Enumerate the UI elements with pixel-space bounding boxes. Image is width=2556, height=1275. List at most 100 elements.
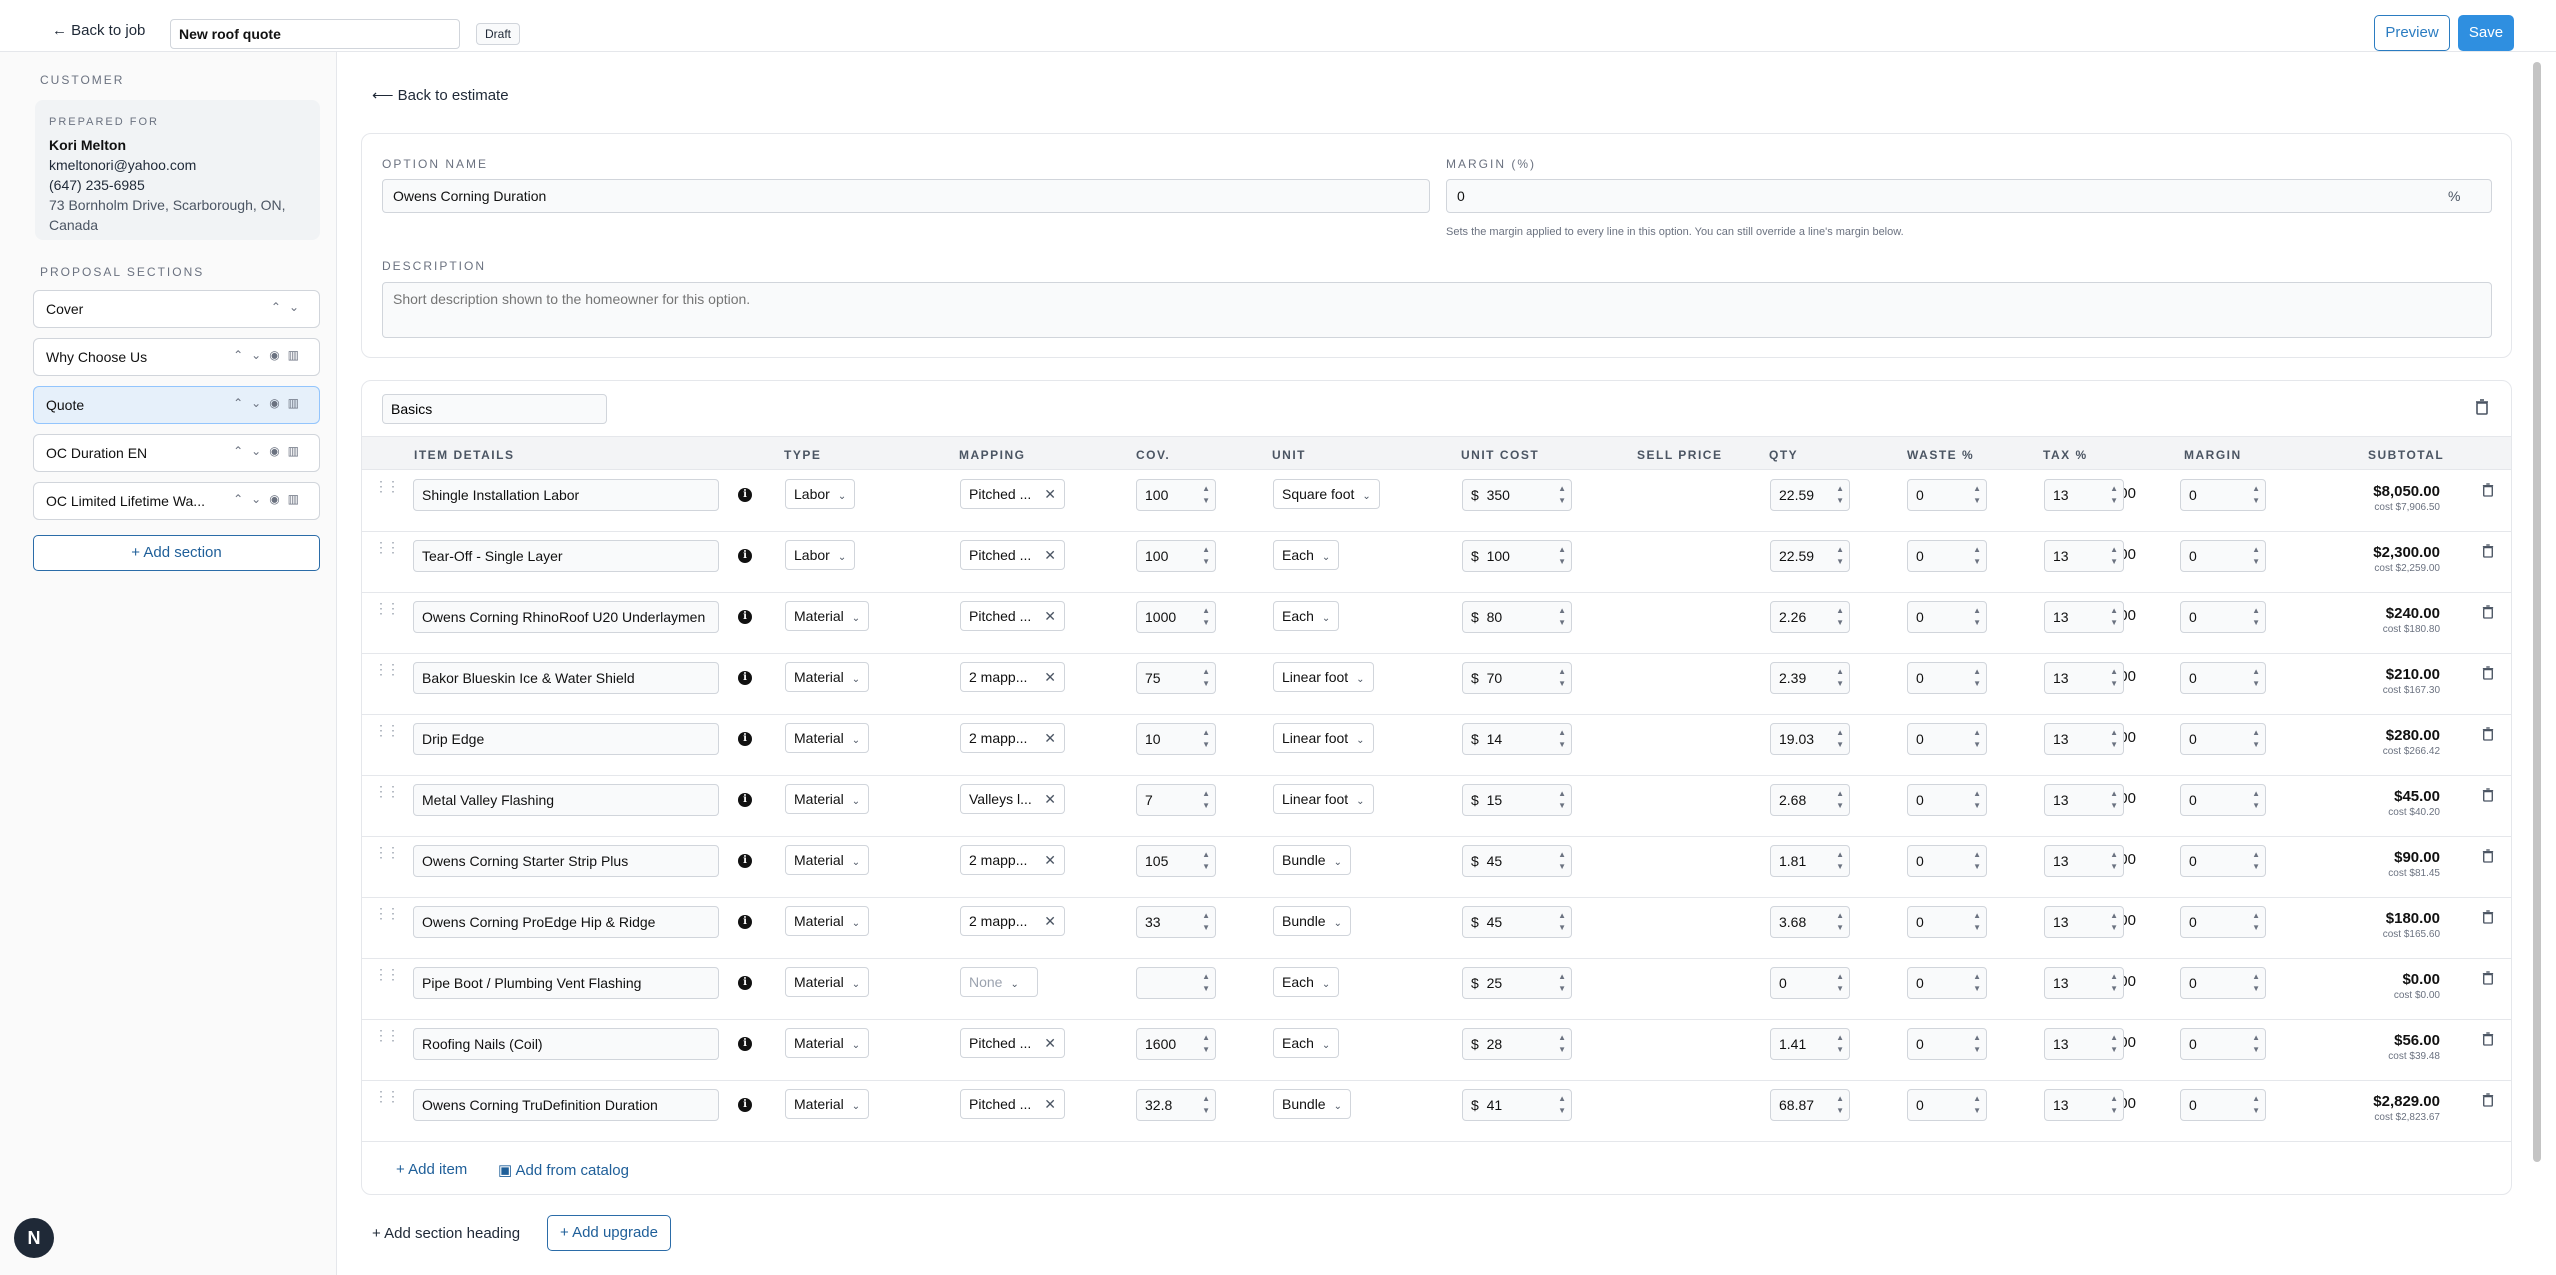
stepper-icon[interactable]: ▲ ▼	[2252, 1093, 2260, 1117]
stepper-icon[interactable]: ▲ ▼	[1202, 605, 1210, 629]
trash-icon[interactable]	[2482, 1093, 2494, 1107]
mapping-select[interactable]: 2 mapp... ✕	[960, 662, 1065, 692]
mapping-select[interactable]: 2 mapp... ✕	[960, 723, 1065, 753]
stepper-icon[interactable]: ▲ ▼	[1202, 1093, 1210, 1117]
close-icon[interactable]: ✕	[1044, 608, 1056, 625]
stepper-icon[interactable]: ▲ ▼	[1836, 788, 1844, 812]
info-icon[interactable]: i	[738, 976, 752, 990]
unit-select[interactable]: Linear foot ⌄	[1273, 662, 1374, 692]
unit-cost-input[interactable]: $ 14 ▲ ▼	[1462, 723, 1572, 755]
unit-select[interactable]: Square foot ⌄	[1273, 479, 1380, 509]
unit-select[interactable]: Bundle ⌄	[1273, 845, 1351, 875]
margin-row-input[interactable]: 0 ▲ ▼	[2180, 1089, 2266, 1121]
stepper-icon[interactable]: ▲ ▼	[1558, 605, 1566, 629]
info-icon[interactable]: i	[738, 854, 752, 868]
trash-icon[interactable]	[2482, 788, 2494, 802]
stepper-icon[interactable]: ▲ ▼	[1202, 544, 1210, 568]
unit-cost-input[interactable]: $ 15 ▲ ▼	[1462, 784, 1572, 816]
stepper-icon[interactable]: ▲ ▼	[2252, 910, 2260, 934]
tax-input[interactable]: 13 ▲ ▼	[2044, 723, 2124, 755]
stepper-icon[interactable]: ▲ ▼	[1202, 666, 1210, 690]
qty-input[interactable]: 19.03 ▲ ▼	[1770, 723, 1850, 755]
unit-select[interactable]: Linear foot ⌄	[1273, 723, 1374, 753]
coverage-input[interactable]: 32.8 ▲ ▼	[1136, 1089, 1216, 1121]
info-icon[interactable]: i	[738, 671, 752, 685]
stepper-icon[interactable]: ▲ ▼	[2252, 971, 2260, 995]
type-select[interactable]: Material ⌄	[785, 967, 870, 997]
drag-handle-icon[interactable]: ⋮⋮	[374, 661, 400, 678]
trash-icon[interactable]	[2482, 971, 2494, 985]
coverage-input[interactable]: 105 ▲ ▼	[1136, 845, 1216, 877]
qty-input[interactable]: 1.81 ▲ ▼	[1770, 845, 1850, 877]
margin-row-input[interactable]: 0 ▲ ▼	[2180, 906, 2266, 938]
drag-handle-icon[interactable]: ⋮⋮	[374, 600, 400, 617]
mapping-select[interactable]: Pitched ... ✕	[960, 1089, 1065, 1119]
unit-cost-input[interactable]: $ 45 ▲ ▼	[1462, 906, 1572, 938]
section-controls[interactable]: ⌃⌄◉▥	[233, 396, 307, 410]
stepper-icon[interactable]: ▲ ▼	[1558, 788, 1566, 812]
stepper-icon[interactable]: ▲ ▼	[2110, 788, 2118, 812]
stepper-icon[interactable]: ▲ ▼	[1836, 727, 1844, 751]
waste-input[interactable]: 0 ▲ ▼	[1907, 784, 1987, 816]
stepper-icon[interactable]: ▲ ▼	[2110, 849, 2118, 873]
description-textarea[interactable]	[382, 282, 2492, 338]
qty-input[interactable]: 1.41 ▲ ▼	[1770, 1028, 1850, 1060]
unit-select[interactable]: Each ⌄	[1273, 540, 1340, 570]
section-item-oc-duration-en[interactable]: OC Duration EN ⌃⌄◉▥	[33, 434, 320, 472]
drag-handle-icon[interactable]: ⋮⋮	[374, 966, 400, 983]
item-name-input[interactable]: Shingle Installation Labor	[413, 479, 719, 511]
stepper-icon[interactable]: ▲ ▼	[1836, 849, 1844, 873]
qty-input[interactable]: 3.68 ▲ ▼	[1770, 906, 1850, 938]
stepper-icon[interactable]: ▲ ▼	[1973, 1032, 1981, 1056]
stepper-icon[interactable]: ▲ ▼	[1973, 1093, 1981, 1117]
qty-input[interactable]: 2.26 ▲ ▼	[1770, 601, 1850, 633]
save-button[interactable]: Save	[2458, 15, 2514, 51]
stepper-icon[interactable]: ▲ ▼	[1558, 483, 1566, 507]
coverage-input[interactable]: 100 ▲ ▼	[1136, 479, 1216, 511]
type-select[interactable]: Material ⌄	[785, 662, 870, 692]
type-select[interactable]: Material ⌄	[785, 1028, 870, 1058]
coverage-input[interactable]: 7 ▲ ▼	[1136, 784, 1216, 816]
info-icon[interactable]: i	[738, 610, 752, 624]
stepper-icon[interactable]: ▲ ▼	[1836, 1093, 1844, 1117]
stepper-icon[interactable]: ▲ ▼	[2110, 544, 2118, 568]
stepper-icon[interactable]: ▲ ▼	[2110, 1032, 2118, 1056]
qty-input[interactable]: 22.59 ▲ ▼	[1770, 540, 1850, 572]
type-select[interactable]: Material ⌄	[785, 1089, 870, 1119]
trash-icon[interactable]	[2482, 605, 2494, 619]
trash-icon[interactable]	[2482, 483, 2494, 497]
item-name-input[interactable]: Pipe Boot / Plumbing Vent Flashing	[413, 967, 719, 999]
stepper-icon[interactable]: ▲ ▼	[2252, 849, 2260, 873]
drag-handle-icon[interactable]: ⋮⋮	[374, 844, 400, 861]
mapping-select[interactable]: Pitched ... ✕	[960, 1028, 1065, 1058]
stepper-icon[interactable]: ▲ ▼	[2252, 788, 2260, 812]
type-select[interactable]: Material ⌄	[785, 906, 870, 936]
coverage-input[interactable]: 1600 ▲ ▼	[1136, 1028, 1216, 1060]
stepper-icon[interactable]: ▲ ▼	[2252, 605, 2260, 629]
stepper-icon[interactable]: ▲ ▼	[2110, 666, 2118, 690]
info-icon[interactable]: i	[738, 915, 752, 929]
waste-input[interactable]: 0 ▲ ▼	[1907, 967, 1987, 999]
coverage-input[interactable]: 75 ▲ ▼	[1136, 662, 1216, 694]
drag-handle-icon[interactable]: ⋮⋮	[374, 1027, 400, 1044]
mapping-select[interactable]: Valleys l... ✕	[960, 784, 1065, 814]
stepper-icon[interactable]: ▲ ▼	[1202, 1032, 1210, 1056]
quote-title-input[interactable]	[170, 19, 460, 49]
app-logo-button[interactable]: N	[14, 1218, 54, 1258]
margin-row-input[interactable]: 0 ▲ ▼	[2180, 1028, 2266, 1060]
info-icon[interactable]: i	[738, 732, 752, 746]
info-icon[interactable]: i	[738, 793, 752, 807]
close-icon[interactable]: ✕	[1044, 852, 1056, 869]
waste-input[interactable]: 0 ▲ ▼	[1907, 479, 1987, 511]
coverage-input[interactable]: 1000 ▲ ▼	[1136, 601, 1216, 633]
margin-row-input[interactable]: 0 ▲ ▼	[2180, 723, 2266, 755]
item-name-input[interactable]: Owens Corning Starter Strip Plus	[413, 845, 719, 877]
unit-select[interactable]: Each ⌄	[1273, 1028, 1340, 1058]
coverage-input[interactable]: 100 ▲ ▼	[1136, 540, 1216, 572]
section-controls[interactable]: ⌃⌄	[271, 300, 307, 314]
tax-input[interactable]: 13 ▲ ▼	[2044, 540, 2124, 572]
stepper-icon[interactable]: ▲ ▼	[1836, 666, 1844, 690]
margin-row-input[interactable]: 0 ▲ ▼	[2180, 967, 2266, 999]
add-item-button[interactable]: + Add item	[396, 1161, 467, 1178]
stepper-icon[interactable]: ▲ ▼	[1973, 849, 1981, 873]
